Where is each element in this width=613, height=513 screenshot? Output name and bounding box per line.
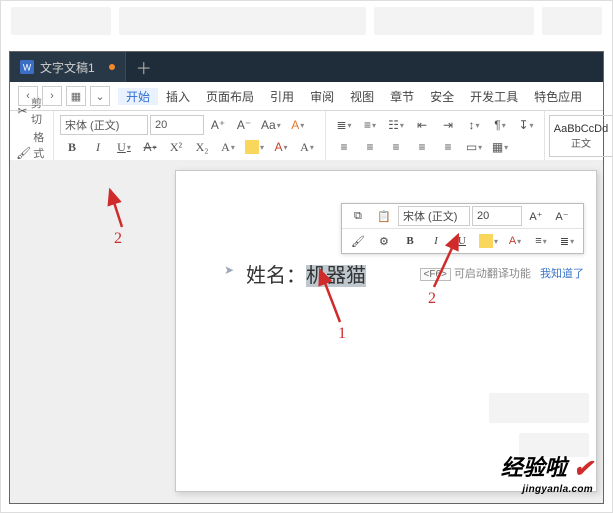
ribbon: ✂剪切 🖌格式刷 宋体 (正文) 20 A⁺ A⁻ Aa A B I U A X [10, 111, 603, 162]
text-effect-button[interactable]: A [216, 137, 240, 157]
sort-icon[interactable]: ↕ [462, 115, 486, 135]
doc-title: 文字文稿1 [40, 59, 95, 76]
annotation-num-2-right: 2 [428, 290, 436, 308]
mini-tool-icon[interactable]: ⚙ [372, 231, 396, 251]
mini-copy-icon[interactable]: ⧉ [346, 206, 370, 226]
font-family-select[interactable]: 宋体 (正文) [60, 115, 148, 135]
mini-format-painter-icon[interactable]: 🖌 [346, 231, 370, 251]
menubar: ‹ › ▦ ⌄ 开始 插入 页面布局 引用 审阅 视图 章节 安全 开发工具 特… [10, 82, 603, 111]
mini-font-family-value: 宋体 (正文) [403, 208, 457, 224]
align-right-icon[interactable]: ≡ [384, 137, 408, 157]
mini-font-size-value: 20 [477, 210, 489, 222]
clear-format-icon[interactable]: A [286, 115, 310, 135]
highlight-button[interactable] [242, 137, 267, 157]
mini-underline[interactable]: U [450, 231, 474, 251]
wm-text: 经验啦 [501, 455, 567, 480]
titlebar: W 文字文稿1 ＋ [10, 52, 603, 82]
new-tab-button[interactable]: ＋ [126, 55, 162, 79]
cut-icon[interactable]: ✂ [16, 102, 29, 120]
menu-section[interactable]: 章节 [382, 88, 422, 105]
align-left-icon[interactable]: ≡ [332, 137, 356, 157]
svg-text:W: W [23, 63, 32, 73]
cut-label: 剪切 [31, 95, 47, 127]
dropdown-button[interactable]: ⌄ [90, 86, 110, 106]
mini-increase-font-icon[interactable]: A⁺ [524, 206, 548, 226]
underline-button[interactable]: U [112, 137, 136, 157]
multilevel-icon[interactable]: ☷ [384, 115, 408, 135]
increase-font-icon[interactable]: A⁺ [206, 115, 230, 135]
font-color-button[interactable]: A [269, 137, 293, 157]
font-group: 宋体 (正文) 20 A⁺ A⁻ Aa A B I U A X² X₂ A A [54, 111, 326, 161]
selected-text: 机器猫 [306, 265, 366, 287]
unsaved-dot-icon [109, 64, 115, 70]
menu-extra[interactable]: 特色应用 [526, 88, 590, 105]
mini-paste-icon[interactable]: 📋 [372, 206, 396, 226]
hint-text: 可启动翻译功能 [454, 268, 531, 280]
mini-decrease-font-icon[interactable]: A⁻ [550, 206, 574, 226]
menu-security[interactable]: 安全 [422, 88, 462, 105]
superscript-button[interactable]: X² [164, 137, 188, 157]
hint-dismiss-link[interactable]: 我知道了 [540, 268, 584, 280]
mini-italic[interactable]: I [424, 231, 448, 251]
app-menu-button[interactable]: ▦ [66, 86, 86, 106]
change-case-icon[interactable]: Aa [258, 115, 284, 135]
clipboard-group: ✂剪切 🖌格式刷 [10, 111, 54, 161]
outdent-icon[interactable]: ⇤ [410, 115, 434, 135]
hint-kbd: <F6> [420, 268, 451, 281]
annotation-num-2-left: 2 [114, 230, 122, 248]
style-normal[interactable]: AaBbCcDd 正文 [549, 115, 613, 157]
style-normal-label: 正文 [571, 135, 591, 150]
font-family-value: 宋体 (正文) [65, 117, 119, 133]
watermark: 经验啦 ✔ jingyanla.com [501, 450, 593, 495]
mini-font-size[interactable]: 20 [472, 206, 522, 226]
menu-review[interactable]: 审阅 [302, 88, 342, 105]
menu-view[interactable]: 视图 [342, 88, 382, 105]
mini-highlight[interactable] [476, 231, 501, 251]
word-icon: W [20, 60, 34, 74]
shading-icon[interactable]: ▭ [462, 137, 486, 157]
mini-font-color[interactable]: A [503, 231, 527, 251]
mini-bullets-icon[interactable]: ≣ [555, 231, 579, 251]
annotation-num-1: 1 [338, 325, 346, 343]
showmarks-icon[interactable]: ¶ [488, 115, 512, 135]
align-center-icon[interactable]: ≡ [358, 137, 382, 157]
translate-hint: <F6> 可启动翻译功能 我知道了 [420, 265, 584, 281]
char-border-button[interactable]: A [295, 137, 319, 157]
paragraph-group: ≣ ≡ ☷ ⇤ ⇥ ↕ ¶ ↧ ≡ ≡ ≡ ≡ ≡ ▭ ▦ [326, 111, 545, 161]
font-size-value: 20 [155, 119, 167, 131]
strike-button[interactable]: A [138, 137, 162, 157]
borders-icon[interactable]: ▦ [488, 137, 512, 157]
menu-start[interactable]: 开始 [118, 88, 158, 105]
mini-bold[interactable]: B [398, 231, 422, 251]
mini-align-icon[interactable]: ≡ [529, 231, 553, 251]
menu-insert[interactable]: 插入 [158, 88, 198, 105]
paragraph-marker-icon: ➤ [224, 263, 234, 277]
mini-toolbar: ⧉ 📋 宋体 (正文) 20 A⁺ A⁻ 🖌 ⚙ B I U [341, 203, 584, 254]
align-dist-icon[interactable]: ≡ [436, 137, 460, 157]
bold-button[interactable]: B [60, 137, 84, 157]
linespacing-icon[interactable]: ↧ [514, 115, 538, 135]
wm-url: jingyanla.com [501, 484, 593, 495]
menu-pagelayout[interactable]: 页面布局 [198, 88, 262, 105]
bullets-icon[interactable]: ≣ [332, 115, 356, 135]
doc-tab[interactable]: W 文字文稿1 [10, 52, 126, 82]
decrease-font-icon[interactable]: A⁻ [232, 115, 256, 135]
menu-dev[interactable]: 开发工具 [462, 88, 526, 105]
check-icon: ✔ [573, 456, 593, 483]
numbering-icon[interactable]: ≡ [358, 115, 382, 135]
subscript-button[interactable]: X₂ [190, 137, 214, 157]
font-size-select[interactable]: 20 [150, 115, 204, 135]
italic-button[interactable]: I [86, 137, 110, 157]
indent-icon[interactable]: ⇥ [436, 115, 460, 135]
mini-font-family[interactable]: 宋体 (正文) [398, 206, 470, 226]
menu-reference[interactable]: 引用 [262, 88, 302, 105]
text-line[interactable]: 姓名：机器猫 [246, 259, 366, 288]
style-normal-preview: AaBbCcDd [554, 123, 608, 135]
label-text: 姓名： [246, 265, 306, 287]
styles-group: AaBbCcDd 正文 AaB 标题 [545, 113, 613, 159]
align-justify-icon[interactable]: ≡ [410, 137, 434, 157]
